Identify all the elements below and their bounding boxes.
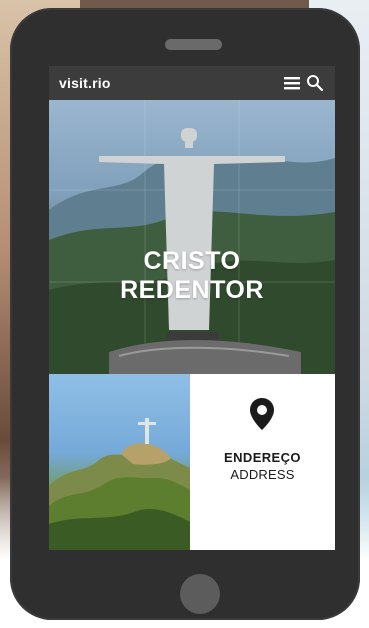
bottom-row: ENDEREÇO ADDRESS (49, 374, 335, 550)
hero-title: CRISTO REDENTOR (49, 247, 335, 305)
hamburger-menu-icon[interactable] (282, 73, 302, 93)
top-bar: visit.rio (49, 66, 335, 100)
search-icon[interactable] (305, 73, 325, 93)
phone-screen: visit.rio CRISTO REDENTOR ENDEREÇO ADDRE… (49, 66, 335, 550)
location-pin-icon (250, 398, 274, 430)
hero-image-cristo-redentor (49, 100, 335, 374)
hero-title-line-2: REDENTOR (120, 276, 264, 304)
home-button[interactable] (180, 574, 220, 614)
site-logo[interactable]: visit.rio (59, 75, 111, 91)
address-subtitle: ADDRESS (230, 467, 295, 482)
hero-title-line-1: CRISTO (143, 247, 241, 275)
thumbnail-image[interactable] (49, 374, 190, 550)
address-title: ENDEREÇO (224, 450, 301, 465)
hero-banner[interactable]: CRISTO REDENTOR (49, 100, 335, 374)
address-card[interactable]: ENDEREÇO ADDRESS (190, 374, 335, 550)
phone-speaker (165, 39, 222, 50)
